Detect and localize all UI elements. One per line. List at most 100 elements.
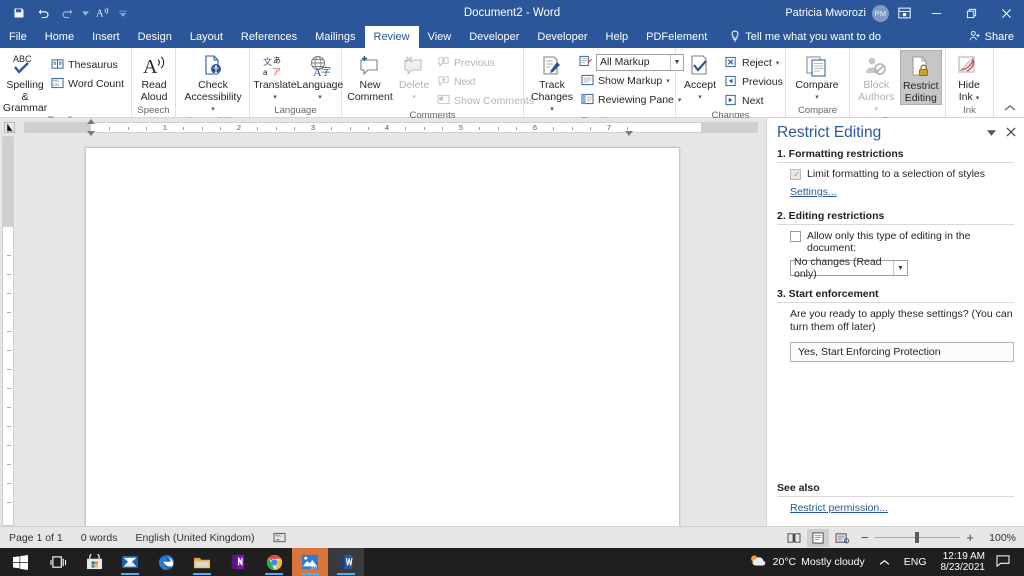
chevron-down-icon[interactable]: ▾ (698, 92, 702, 104)
show-hidden-icons-button[interactable] (872, 559, 897, 566)
limit-formatting-checkbox[interactable]: ✓ (790, 169, 801, 180)
right-indent-marker[interactable] (625, 131, 633, 136)
page-indicator[interactable]: Page 1 of 1 (0, 532, 72, 544)
read-mode-icon[interactable] (783, 529, 805, 547)
horizontal-ruler[interactable]: 1 2 3 4 5 6 7 (24, 122, 758, 133)
clock[interactable]: 12:19 AM 8/23/2021 (934, 551, 993, 573)
accept-button[interactable]: Accept ▾ (679, 50, 721, 103)
onenote-icon[interactable] (220, 548, 256, 576)
save-icon[interactable] (8, 2, 30, 24)
ribbon-display-options-icon[interactable] (889, 0, 919, 26)
close-icon[interactable] (1006, 127, 1016, 140)
next-change-button[interactable]: Next (721, 92, 787, 110)
pdfelement-icon[interactable]: 16 (292, 548, 328, 576)
chevron-down-icon[interactable]: ▼ (893, 261, 907, 275)
reject-button[interactable]: Reject ▾ (721, 54, 787, 72)
undo-icon[interactable] (32, 2, 54, 24)
read-aloud-icon[interactable]: A (92, 2, 114, 24)
chevron-down-icon[interactable]: ▾ (815, 92, 819, 104)
start-button[interactable] (0, 548, 40, 576)
left-indent-marker[interactable] (87, 131, 95, 136)
zoom-slider-knob[interactable] (915, 532, 919, 543)
weather-widget[interactable]: 20°C Mostly cloudy (741, 553, 872, 571)
formatting-settings-link[interactable]: Settings... (790, 186, 837, 198)
proofing-status-icon[interactable]: ABC (264, 532, 295, 544)
zoom-in-button[interactable]: + (966, 533, 974, 543)
tab-developer-2[interactable]: Developer (528, 26, 596, 48)
word-count-indicator[interactable]: 0 words (72, 532, 127, 544)
hide-ink-button[interactable]: Hide Ink ▾ (949, 50, 989, 104)
notifications-icon[interactable] (992, 555, 1018, 570)
tab-review[interactable]: Review (365, 26, 419, 48)
chevron-down-icon[interactable]: ▾ (976, 95, 980, 102)
tell-me-search[interactable]: Tell me what you want to do (716, 26, 889, 48)
chevron-down-icon[interactable]: ▾ (318, 92, 322, 104)
collapse-ribbon-button[interactable] (1004, 104, 1024, 117)
tab-design[interactable]: Design (129, 26, 181, 48)
tab-mailings[interactable]: Mailings (306, 26, 364, 48)
task-view-icon[interactable] (40, 548, 76, 576)
tab-layout[interactable]: Layout (181, 26, 232, 48)
zoom-slider[interactable] (874, 537, 960, 538)
language-indicator[interactable]: English (United Kingdom) (126, 532, 263, 544)
restore-button[interactable] (954, 0, 989, 26)
reviewing-pane-button[interactable]: Reviewing Pane ▾ (577, 91, 688, 109)
tab-developer[interactable]: Developer (460, 26, 528, 48)
display-for-review-combo[interactable]: All Markup ▼ (596, 54, 684, 71)
zoom-out-button[interactable]: − (861, 533, 869, 543)
close-button[interactable] (989, 0, 1024, 26)
language-button[interactable]: A 字 Language ▾ (297, 50, 343, 103)
avatar[interactable]: PM (872, 5, 889, 22)
document-page[interactable] (85, 147, 680, 526)
document-area[interactable] (0, 136, 766, 526)
pane-options-icon[interactable] (987, 127, 996, 139)
share-button[interactable]: Share (969, 26, 1024, 48)
allow-editing-checkbox[interactable] (790, 231, 801, 242)
minimize-button[interactable] (919, 0, 954, 26)
tab-stop-selector[interactable] (0, 118, 18, 136)
allow-editing-row[interactable]: Allow only this type of editing in the d… (777, 230, 1014, 254)
compare-button[interactable]: Compare ▾ (789, 50, 845, 103)
chevron-down-icon[interactable]: ▾ (666, 77, 670, 85)
tab-help[interactable]: Help (597, 26, 638, 48)
limit-formatting-row[interactable]: ✓ Limit formatting to a selection of sty… (777, 168, 1014, 180)
new-comment-button[interactable]: New Comment (345, 50, 395, 103)
word-icon[interactable] (328, 548, 364, 576)
file-explorer-icon[interactable] (184, 548, 220, 576)
tab-references[interactable]: References (232, 26, 306, 48)
restrict-editing-button[interactable]: Restrict Editing (900, 50, 942, 105)
word-count-button[interactable]: ABC131 Word Count (47, 75, 128, 93)
tab-view[interactable]: View (419, 26, 461, 48)
account-name[interactable]: Patricia Mworozi (785, 7, 872, 19)
show-markup-button[interactable]: Show Markup ▾ (577, 72, 688, 90)
microsoft-store-icon[interactable] (76, 548, 112, 576)
check-accessibility-button[interactable]: Check Accessibility ▾ (179, 50, 247, 116)
chevron-down-icon[interactable]: ▾ (211, 106, 215, 113)
redo-icon[interactable] (56, 2, 78, 24)
web-layout-icon[interactable] (831, 529, 853, 547)
tab-home[interactable]: Home (36, 26, 83, 48)
chevron-down-icon[interactable]: ▾ (776, 59, 780, 67)
chevron-down-icon[interactable]: ▾ (273, 92, 277, 104)
thesaurus-button[interactable]: Thesaurus (47, 56, 128, 74)
tab-pdfelement[interactable]: PDFelement (637, 26, 716, 48)
chevron-down-icon[interactable]: ▾ (550, 106, 554, 113)
first-line-indent-marker[interactable] (87, 119, 95, 124)
chrome-icon[interactable] (256, 548, 292, 576)
microsoft-edge-icon[interactable] (148, 548, 184, 576)
tab-file[interactable]: File (0, 26, 36, 48)
spelling-grammar-button[interactable]: ABC Spelling & Grammar (3, 50, 47, 115)
track-changes-button[interactable]: Track Changes ▾ (527, 50, 577, 116)
restrict-permission-link[interactable]: Restrict permission... (790, 502, 888, 514)
start-enforcing-protection-button[interactable]: Yes, Start Enforcing Protection (790, 342, 1014, 362)
input-language-indicator[interactable]: ENG (897, 556, 934, 568)
translate-button[interactable]: 文 あ a ア Translate ▾ (253, 50, 297, 103)
print-layout-icon[interactable] (807, 529, 829, 547)
chevron-down-icon[interactable] (80, 2, 90, 24)
zoom-percent[interactable]: 100% (982, 532, 1016, 544)
read-aloud-button[interactable]: A Read Aloud (135, 50, 173, 103)
customize-qat-icon[interactable] (116, 2, 130, 24)
mail-icon[interactable] (112, 548, 148, 576)
tab-insert[interactable]: Insert (83, 26, 129, 48)
previous-change-button[interactable]: Previous (721, 73, 787, 91)
